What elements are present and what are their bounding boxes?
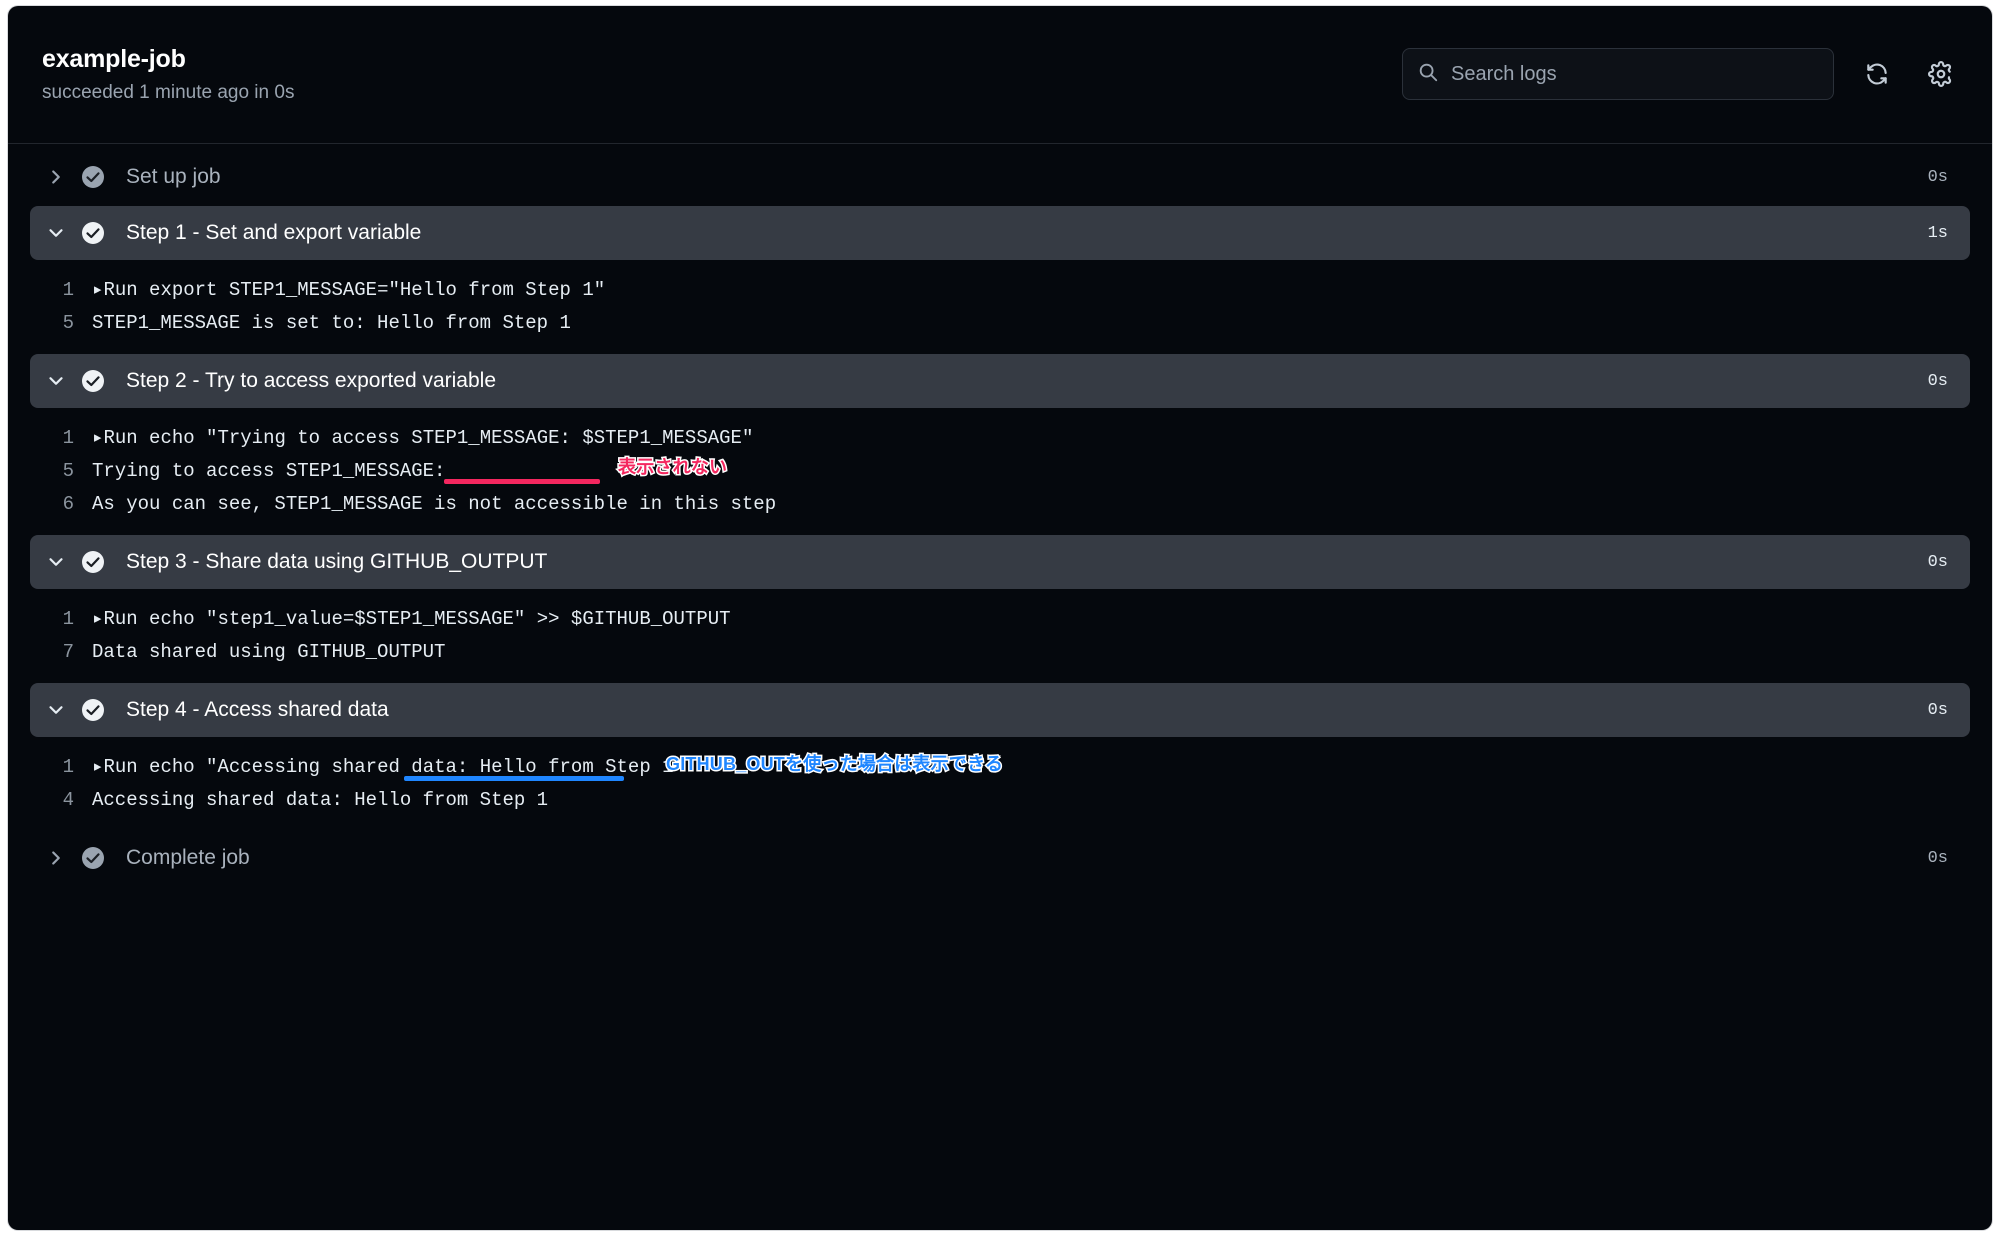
log-line-text: Data shared using GITHUB_OUTPUT (92, 641, 446, 663)
log-output-block: 1 ▸Run echo "Accessing shared data: Hello… (30, 737, 1970, 831)
step-name-label: Step 2 - Try to access exported variable (126, 369, 497, 392)
chevron-down-icon[interactable] (38, 370, 74, 392)
log-line: 1 ▸Run export STEP1_MESSAGE="Hello from S… (30, 274, 1970, 307)
log-line-number: 5 (62, 460, 74, 482)
job-header: example-job succeeded 1 minute ago in 0s (8, 6, 1992, 144)
pink-underline-marker (444, 479, 600, 484)
search-icon (1417, 61, 1439, 88)
log-line-number: 4 (62, 789, 74, 811)
step-duration-label: 0s (1927, 371, 1948, 391)
log-line-number: 1 (62, 756, 74, 778)
search-box[interactable] (1402, 48, 1834, 100)
log-line: 7 Data shared using GITHUB_OUTPUT (30, 636, 1970, 669)
log-line-text: ▸Run export STEP1_MESSAGE="Hello from St… (92, 279, 606, 301)
search-input[interactable] (1451, 62, 1819, 86)
log-line-text: Accessing shared data: Hello from Step 1 (92, 789, 549, 811)
step-name-label: Complete job (126, 846, 250, 869)
job-title-block: example-job succeeded 1 minute ago in 0s (42, 44, 294, 104)
log-line: 1 ▸Run echo "step1_value=$STEP1_MESSAGE" … (30, 603, 1970, 636)
status-check-icon (78, 846, 108, 870)
chevron-down-icon[interactable] (38, 551, 74, 573)
blue-underline-marker (404, 776, 624, 781)
chevron-right-icon[interactable] (38, 166, 74, 188)
status-check-icon (78, 221, 108, 245)
log-line-text: As you can see, STEP1_MESSAGE is not acc… (92, 493, 777, 515)
log-line: 5 STEP1_MESSAGE is set to: Hello from Ste… (30, 307, 1970, 340)
chevron-down-icon[interactable] (38, 699, 74, 721)
log-output-block: 1 ▸Run export STEP1_MESSAGE="Hello from S… (30, 260, 1970, 354)
step-duration-label: 0s (1927, 700, 1948, 720)
status-check-icon (78, 369, 108, 393)
page-title: example-job (42, 45, 186, 73)
gear-icon[interactable] (1920, 53, 1962, 95)
chevron-right-icon[interactable] (38, 847, 74, 869)
step-duration-label: 1s (1927, 223, 1948, 243)
log-line-text: ▸Run echo "step1_value=$STEP1_MESSAGE" >… (92, 608, 731, 630)
job-status-text: succeeded 1 minute ago in 0s (42, 82, 295, 103)
step-name-label: Set up job (126, 165, 221, 188)
log-output-block: 1 ▸Run echo "step1_value=$STEP1_MESSAGE" … (30, 589, 1970, 683)
log-line-number: 1 (62, 279, 74, 301)
log-line-number: 6 (62, 493, 74, 515)
log-line-number: 5 (62, 312, 74, 334)
step-duration-label: 0s (1927, 552, 1948, 572)
step-name-label: Step 1 - Set and export variable (126, 221, 422, 244)
log-line-number: 1 (62, 427, 74, 449)
log-line: 4 Accessing shared data: Hello from Step … (30, 784, 1970, 817)
step-header-row[interactable]: Step 2 - Try to access exported variable… (30, 354, 1970, 408)
log-line-number: 1 (62, 608, 74, 630)
step-name-label: Step 4 - Access shared data (126, 698, 389, 721)
step-header-row[interactable]: Set up job 0s (30, 150, 1970, 204)
status-check-icon (78, 550, 108, 574)
status-check-icon (78, 698, 108, 722)
log-output-block: 1 ▸Run echo "Trying to access STEP1_MESSA… (30, 408, 1970, 535)
log-line: 1 ▸Run echo "Trying to access STEP1_MESSA… (30, 422, 1970, 455)
step-header-row[interactable]: Step 3 - Share data using GITHUB_OUTPUT 0… (30, 535, 1970, 589)
row-spacer (8, 885, 1992, 887)
log-line-number: 7 (62, 641, 74, 663)
log-line: 6 As you can see, STEP1_MESSAGE is not ac… (30, 488, 1970, 521)
step-header-row[interactable]: Step 1 - Set and export variable 1s (30, 206, 1970, 260)
step-name-label: Step 3 - Share data using GITHUB_OUTPUT (126, 550, 548, 573)
header-actions (1402, 48, 1962, 100)
log-line-text: Trying to access STEP1_MESSAGE: (92, 460, 446, 482)
chevron-down-icon[interactable] (38, 222, 74, 244)
status-check-icon (78, 165, 108, 189)
job-log-panel: example-job succeeded 1 minute ago in 0s (8, 6, 1992, 1230)
log-line-text: STEP1_MESSAGE is set to: Hello from Step… (92, 312, 571, 334)
log-line: 5 Trying to access STEP1_MESSAGE: 表示されない (30, 455, 1970, 488)
step-duration-label: 0s (1927, 848, 1948, 868)
step-header-row[interactable]: Step 4 - Access shared data 0s (30, 683, 1970, 737)
refresh-icon[interactable] (1856, 53, 1898, 95)
step-header-row[interactable]: Complete job 0s (30, 831, 1970, 885)
annotation-label: 表示されない (616, 456, 728, 479)
step-list: Set up job 0s Step 1 - Set and export vari… (8, 144, 1992, 887)
log-line: 1 ▸Run echo "Accessing shared data: Hello… (30, 751, 1970, 784)
step-duration-label: 0s (1927, 167, 1948, 187)
annotation-label: GITHUB_OUTを使った場合は表示できる (664, 753, 1004, 776)
